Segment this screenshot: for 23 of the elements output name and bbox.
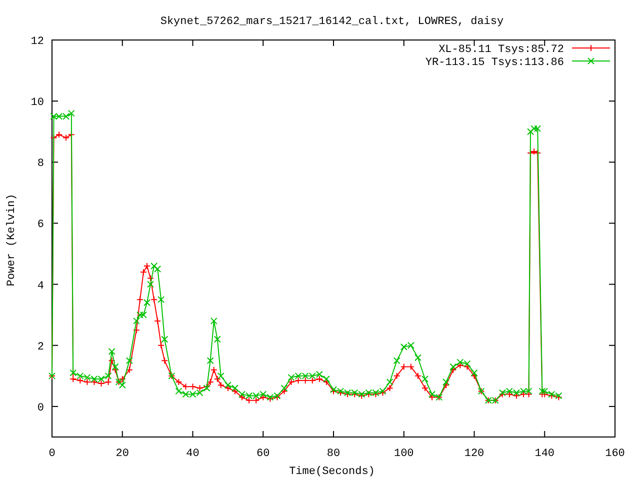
tick-label: 0 [37, 402, 44, 414]
tick-label: 2 [37, 341, 44, 354]
axis-label: Time(Seconds) [289, 466, 375, 478]
tick-label: 160 [605, 448, 625, 460]
tick-label: 60 [256, 448, 270, 460]
axis-label: Power (Kelvin) [6, 194, 18, 286]
chart-title: Skynet_57262_mars_15217_16142_cal.txt, LOWRES, daisy [160, 16, 504, 28]
tick-label: 10 [30, 97, 44, 110]
tick-label: 6 [37, 219, 44, 232]
legend-label: YR-113.15 Tsys:113.86 [425, 57, 564, 69]
tick-label: 140 [534, 448, 555, 460]
tick-label: 4 [37, 280, 44, 292]
tick-label: 12 [30, 36, 44, 48]
tick-label: 0 [48, 448, 56, 460]
tick-label: 20 [116, 448, 129, 460]
tick-label: 120 [464, 448, 484, 460]
legend-line [572, 44, 610, 52]
tick-label: 80 [326, 448, 340, 460]
legend-line [572, 58, 610, 64]
tick-label: 8 [37, 158, 44, 170]
legend-label: XL-85.11 Tsys:85.72 [438, 44, 564, 56]
tick-label: 40 [186, 448, 200, 460]
tick-label: 100 [394, 448, 414, 460]
